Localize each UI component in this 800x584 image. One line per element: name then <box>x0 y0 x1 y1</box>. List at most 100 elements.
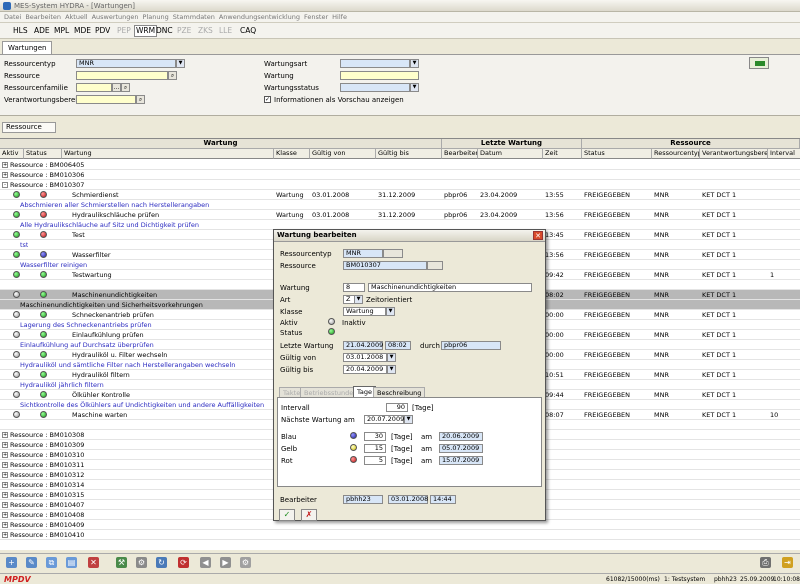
warn-rot-days[interactable]: 5 <box>364 456 386 465</box>
column-header-3[interactable]: Klasse <box>274 149 310 159</box>
verantwortungsbereich-field[interactable] <box>76 95 136 104</box>
menu-item-4[interactable]: Planung <box>143 12 169 23</box>
module-8[interactable]: PZE <box>177 26 191 36</box>
module-1[interactable]: ADE <box>34 26 50 36</box>
ressource-field[interactable] <box>76 71 168 80</box>
expand-icon[interactable]: + <box>2 452 8 458</box>
column-header-5[interactable]: Gültig bis <box>376 149 442 159</box>
wrench-icon[interactable]: ⚙ <box>136 557 147 568</box>
naechste-field[interactable]: 20.07.2009 <box>364 415 404 424</box>
exit-icon[interactable]: ⇥ <box>782 557 793 568</box>
menu-item-3[interactable]: Auswertungen <box>92 12 139 23</box>
module-7[interactable]: DNC <box>156 26 173 36</box>
d-ressource-field[interactable]: BM010307 <box>343 261 427 270</box>
d-durch-field[interactable]: pbpr06 <box>441 341 501 350</box>
menu-item-5[interactable]: Stammdaten <box>173 12 215 23</box>
chevron-down-icon[interactable]: ▼ <box>387 353 396 362</box>
ressourcenfamilie-field[interactable] <box>76 83 112 92</box>
new-icon[interactable]: + <box>6 557 17 568</box>
expand-icon[interactable]: + <box>2 172 8 178</box>
chevron-down-icon[interactable]: ▼ <box>354 295 363 304</box>
column-header-11[interactable]: Verantwortungsbereich <box>700 149 768 159</box>
tab-wartungen[interactable]: Wartungen <box>2 41 53 55</box>
ressourcentyp-field[interactable]: MNR <box>76 59 176 68</box>
module-6[interactable]: WRM <box>134 25 158 37</box>
column-header-0[interactable]: Aktiv <box>0 149 24 159</box>
search-icon[interactable]: ⌕ <box>136 95 145 104</box>
d-klasse-field[interactable]: Wartung <box>343 307 386 316</box>
column-header-12[interactable]: Interval <box>768 149 800 159</box>
expand-icon[interactable]: + <box>2 492 8 498</box>
search-icon[interactable]: ⌕ <box>168 71 177 80</box>
chevron-down-icon[interactable]: ▼ <box>386 307 395 316</box>
back-arrow-icon[interactable] <box>749 57 769 69</box>
ok-button[interactable]: ✓ <box>279 509 295 521</box>
chevron-down-icon[interactable]: ▼ <box>404 415 413 424</box>
module-2[interactable]: MPL <box>54 26 69 36</box>
vorschau-checkbox[interactable]: ✓ <box>264 96 271 103</box>
column-header-9[interactable]: Status <box>582 149 652 159</box>
column-header-1[interactable]: Status <box>24 149 62 159</box>
refresh-icon[interactable]: ↻ <box>156 557 167 568</box>
column-header-6[interactable]: Bearbeiter <box>442 149 478 159</box>
ressource-button[interactable]: Ressource <box>2 122 56 133</box>
d-wartung-nr-field[interactable]: 8 <box>343 283 365 292</box>
warn-gelb-days[interactable]: 15 <box>364 444 386 453</box>
wartung-field[interactable] <box>340 71 419 80</box>
module-0[interactable]: HLS <box>13 26 28 36</box>
d-ressourcentyp-field[interactable]: MNR <box>343 249 383 258</box>
expand-icon[interactable]: + <box>2 432 8 438</box>
menu-item-6[interactable]: Anwendungsentwicklung <box>219 12 300 23</box>
expand-icon[interactable]: + <box>2 532 8 538</box>
module-3[interactable]: MDE <box>74 26 91 36</box>
expand-icon[interactable]: + <box>2 512 8 518</box>
module-4[interactable]: PDV <box>95 26 110 36</box>
menu-item-8[interactable]: Hilfe <box>332 12 347 23</box>
expand-icon[interactable]: + <box>2 502 8 508</box>
module-5[interactable]: PEP <box>117 26 131 36</box>
module-9[interactable]: ZKS <box>198 26 213 36</box>
resource-group-row[interactable]: + Ressource : BM006405 <box>0 160 800 170</box>
edit-icon[interactable]: ✎ <box>26 557 37 568</box>
open-icon[interactable]: ▤ <box>66 557 77 568</box>
tool-icon[interactable]: ⚒ <box>116 557 127 568</box>
d-letzte-zeit-field[interactable]: 08:02 <box>385 341 411 350</box>
d-von-field[interactable]: 03.01.2008 <box>343 353 387 362</box>
d-letzte-datum-field[interactable]: 21.04.2009 <box>343 341 383 350</box>
wartungsstatus-field[interactable] <box>340 83 410 92</box>
expand-icon[interactable]: + <box>2 462 8 468</box>
expand-icon[interactable]: + <box>2 482 8 488</box>
menu-item-0[interactable]: Datei <box>4 12 21 23</box>
ellipsis-icon[interactable]: … <box>112 83 121 92</box>
column-header-7[interactable]: Datum <box>478 149 543 159</box>
settings-icon[interactable]: ⚙ <box>240 557 251 568</box>
d-ressource-button[interactable] <box>427 261 443 270</box>
module-11[interactable]: CAQ <box>240 26 256 36</box>
expand-icon[interactable]: + <box>2 162 8 168</box>
collapse-icon[interactable]: - <box>2 182 8 188</box>
search-icon[interactable]: ⌕ <box>121 83 130 92</box>
column-header-8[interactable]: Zeit <box>543 149 582 159</box>
column-header-10[interactable]: Ressourcentyp <box>652 149 700 159</box>
reload-icon[interactable]: ⟳ <box>178 557 189 568</box>
d-bis-field[interactable]: 20.04.2009 <box>343 365 387 374</box>
menu-item-2[interactable]: Aktuell <box>65 12 88 23</box>
arrow-right-icon[interactable]: ▶ <box>220 557 231 568</box>
module-10[interactable]: LLE <box>219 26 232 36</box>
expand-icon[interactable]: + <box>2 472 8 478</box>
wartungsart-field[interactable] <box>340 59 410 68</box>
close-icon[interactable]: ✕ <box>533 231 543 240</box>
menu-item-7[interactable]: Fenster <box>304 12 328 23</box>
warn-blau-days[interactable]: 30 <box>364 432 386 441</box>
table-row[interactable]: Hydraulikschläuche prüfen Wartung 03.01.20… <box>0 210 800 220</box>
menu-item-1[interactable]: Bearbeiten <box>25 12 61 23</box>
table-row[interactable]: Schmierdienst Wartung 03.01.2008 31.12.2009… <box>0 190 800 200</box>
arrow-left-icon[interactable]: ◀ <box>200 557 211 568</box>
interval-field[interactable]: 90 <box>386 403 408 412</box>
resource-group-row[interactable]: + Ressource : BM010306 <box>0 170 800 180</box>
chevron-down-icon[interactable]: ▼ <box>410 59 419 68</box>
chevron-down-icon[interactable]: ▼ <box>176 59 185 68</box>
column-header-2[interactable]: Wartung <box>62 149 274 159</box>
resource-group-row[interactable]: - Ressource : BM010307 <box>0 180 800 190</box>
print-icon[interactable]: ⎙ <box>760 557 771 568</box>
